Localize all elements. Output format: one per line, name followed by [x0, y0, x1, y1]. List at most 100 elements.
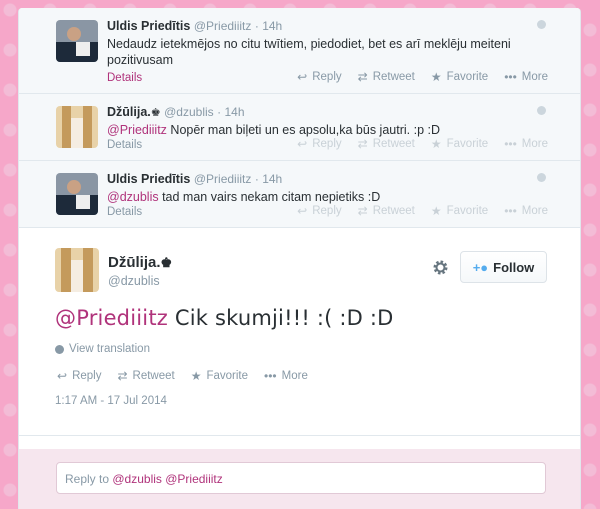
- gear-icon[interactable]: [432, 259, 449, 276]
- tweet-actions: ↩ Reply ⇄ Retweet ★ Favorite ••• More: [297, 70, 548, 84]
- more-label: More: [521, 71, 548, 83]
- globe-icon: [537, 106, 546, 115]
- avatar[interactable]: [56, 106, 98, 148]
- retweet-icon: ⇄: [357, 204, 368, 218]
- reply-mentions: @dzublis @Priediiitz: [112, 472, 223, 486]
- mention-link[interactable]: @Priediiitz: [107, 123, 167, 137]
- favorite-button[interactable]: ★ Favorite: [431, 70, 488, 84]
- retweet-label: Retweet: [372, 138, 415, 150]
- avatar[interactable]: [56, 20, 98, 62]
- favorite-button[interactable]: ★ Favorite: [431, 204, 488, 218]
- star-icon: ★: [190, 369, 202, 383]
- more-button[interactable]: ••• More: [264, 369, 308, 383]
- reply-label: Reply: [312, 71, 342, 83]
- crown-icon: ♚: [160, 255, 173, 270]
- favorite-label: Favorite: [446, 205, 489, 217]
- reply-button[interactable]: ↩ Reply: [297, 70, 341, 84]
- author-name[interactable]: Uldis Priedītis: [107, 172, 190, 186]
- globe-icon: [55, 344, 64, 354]
- globe-icon: [537, 20, 546, 29]
- view-translation-label: View translation: [69, 343, 150, 355]
- retweet-icon: ⇄: [117, 369, 128, 383]
- star-icon: ★: [430, 204, 442, 218]
- tweet-body: tad man vairs nekam citam nepietiks :D: [158, 190, 381, 204]
- tweet-actions: ↩ Reply ⇄ Retweet ★ Favorite ••• More: [297, 137, 548, 151]
- main-tweet: Džūlija.♚ @dzublis +● Follow @Priediiitz…: [19, 228, 580, 436]
- favorite-label: Favorite: [446, 71, 489, 83]
- more-button[interactable]: ••• More: [504, 70, 548, 84]
- tweet-text: Nedaudz ietekmējos no citu twītiem, pied…: [107, 37, 511, 67]
- details-link[interactable]: Details: [107, 139, 142, 151]
- reply-label: Reply: [312, 138, 342, 150]
- follow-user-icon: +●: [472, 259, 489, 275]
- context-tweet[interactable]: Uldis Priedītis @Priediiitz · 14h Nedaud…: [19, 8, 580, 94]
- favorite-label: Favorite: [446, 138, 489, 150]
- tweet-body: Nopēr man biļeti un es apsolu,ka būs jau…: [166, 123, 440, 137]
- tweet-actions: ↩ Reply ⇄ Retweet ★ Favorite ••• More: [57, 369, 308, 383]
- avatar[interactable]: [56, 173, 98, 215]
- retweet-label: Retweet: [132, 370, 175, 382]
- globe-icon: [537, 173, 546, 182]
- retweet-button[interactable]: ⇄ Retweet: [358, 70, 415, 84]
- ellipsis-icon: •••: [264, 369, 277, 383]
- tweet-header: Džūlija.♚ @dzublis · 14h: [107, 105, 245, 119]
- retweet-icon: ⇄: [357, 137, 368, 151]
- tweet-text: @Priediiitz Nopēr man biļeti un es apsol…: [107, 122, 527, 138]
- more-button[interactable]: ••• More: [504, 137, 548, 151]
- reply-label: Reply: [312, 205, 342, 217]
- tweet-text: @Priediiitz Cik skumji!!! :( :D :D: [55, 306, 394, 330]
- author-name[interactable]: Uldis Priedītis: [107, 19, 190, 33]
- reply-button[interactable]: ↩ Reply: [297, 137, 341, 151]
- retweet-button[interactable]: ⇄ Retweet: [358, 137, 415, 151]
- mention-link[interactable]: @dzublis: [107, 190, 159, 204]
- retweet-label: Retweet: [372, 205, 415, 217]
- mention-link[interactable]: @Priediiitz: [55, 306, 168, 330]
- reply-button[interactable]: ↩ Reply: [297, 204, 341, 218]
- author-handle[interactable]: @dzublis: [108, 274, 160, 288]
- tweet-time[interactable]: 14h: [262, 172, 282, 186]
- more-button[interactable]: ••• More: [504, 204, 548, 218]
- more-label: More: [521, 138, 548, 150]
- tweet-time[interactable]: 14h: [262, 19, 282, 33]
- reply-button[interactable]: ↩ Reply: [57, 369, 101, 383]
- reply-prefix: Reply to: [65, 472, 113, 486]
- reply-icon: ↩: [57, 369, 68, 383]
- star-icon: ★: [430, 70, 442, 84]
- tweet-timestamp[interactable]: 1:17 AM - 17 Jul 2014: [55, 395, 167, 407]
- author-handle[interactable]: @dzublis: [164, 105, 214, 119]
- tweet-body: Cik skumji!!! :( :D :D: [167, 306, 394, 330]
- ellipsis-icon: •••: [504, 70, 517, 84]
- author-handle[interactable]: @Priediiitz: [194, 19, 252, 33]
- star-icon: ★: [430, 137, 442, 151]
- follow-button[interactable]: +● Follow: [460, 251, 547, 283]
- context-tweet[interactable]: Uldis Priedītis @Priediiitz · 14h @dzubl…: [19, 161, 580, 228]
- reply-input[interactable]: Reply to @dzublis @Priediiitz: [56, 462, 546, 494]
- context-tweet[interactable]: Džūlija.♚ @dzublis · 14h @Priediiitz Nop…: [19, 94, 580, 161]
- ellipsis-icon: •••: [504, 137, 517, 151]
- author-name[interactable]: Džūlija.: [107, 105, 151, 119]
- ellipsis-icon: •••: [504, 204, 517, 218]
- tweet-actions: ↩ Reply ⇄ Retweet ★ Favorite ••• More: [297, 204, 548, 218]
- more-label: More: [281, 370, 308, 382]
- tweet-header: Uldis Priedītis @Priediiitz · 14h: [107, 19, 283, 33]
- author-handle[interactable]: @Priediiitz: [194, 172, 252, 186]
- favorite-label: Favorite: [206, 370, 249, 382]
- more-label: More: [521, 205, 548, 217]
- avatar[interactable]: [55, 248, 99, 292]
- favorite-button[interactable]: ★ Favorite: [191, 369, 248, 383]
- tweet-time[interactable]: 14h: [225, 105, 245, 119]
- details-link[interactable]: Details: [107, 72, 142, 84]
- author-name[interactable]: Džūlija.♚: [108, 254, 172, 271]
- retweet-button[interactable]: ⇄ Retweet: [358, 204, 415, 218]
- reply-area: Reply to @dzublis @Priediiitz: [19, 449, 580, 509]
- tweet-header: Uldis Priedītis @Priediiitz · 14h: [107, 172, 283, 186]
- retweet-button[interactable]: ⇄ Retweet: [117, 369, 174, 383]
- details-link[interactable]: Details: [107, 206, 142, 218]
- favorite-button[interactable]: ★ Favorite: [431, 137, 488, 151]
- view-translation-link[interactable]: View translation: [55, 343, 150, 355]
- retweet-icon: ⇄: [357, 70, 368, 84]
- tweet-conversation: Uldis Priedītis @Priediiitz · 14h Nedaud…: [18, 8, 581, 509]
- follow-label: Follow: [493, 259, 535, 275]
- reply-label: Reply: [72, 370, 102, 382]
- reply-icon: ↩: [297, 204, 308, 218]
